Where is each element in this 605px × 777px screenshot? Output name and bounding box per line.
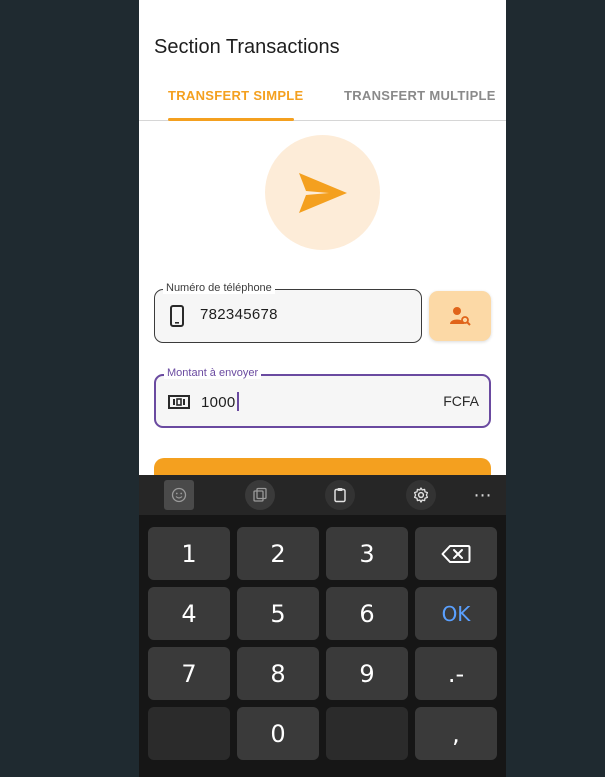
key-8-label: 8: [270, 659, 286, 688]
key-7[interactable]: 7: [148, 647, 230, 700]
key-9[interactable]: 9: [326, 647, 408, 700]
key-3[interactable]: 3: [326, 527, 408, 580]
key-2[interactable]: 2: [237, 527, 319, 580]
backspace-key[interactable]: [415, 527, 497, 580]
ok-key[interactable]: OK: [415, 587, 497, 640]
backspace-icon: [441, 544, 471, 563]
empty-key-right: [326, 707, 408, 760]
key-3-label: 3: [359, 539, 375, 568]
dot-dash-key[interactable]: .-: [415, 647, 497, 700]
active-tab-indicator: [168, 118, 294, 121]
contact-search-icon: [450, 307, 471, 326]
send-icon: [298, 172, 347, 213]
phone-field-value: 782345678: [200, 306, 278, 323]
amount-field-label: Montant à envoyer: [164, 367, 262, 379]
ok-key-label: OK: [441, 601, 471, 626]
page-title: Section Transactions: [154, 36, 340, 58]
amount-value-text: 1000: [201, 394, 236, 411]
key-5-label: 5: [270, 599, 286, 628]
key-5[interactable]: 5: [237, 587, 319, 640]
contact-search-button[interactable]: [429, 291, 491, 341]
app-screen: Section Transactions TRANSFERT SIMPLE TR…: [139, 0, 506, 777]
emoji-icon: [171, 487, 187, 503]
clipboard-button[interactable]: [245, 480, 275, 510]
keyboard-toolbar: ⋯: [139, 475, 506, 515]
key-4[interactable]: 4: [148, 587, 230, 640]
keyboard-board-icon: [334, 488, 346, 503]
key-6[interactable]: 6: [326, 587, 408, 640]
more-options-button[interactable]: ⋯: [468, 480, 498, 510]
amount-field[interactable]: Montant à envoyer 1000 FCFA: [154, 367, 491, 428]
more-icon: ⋯: [473, 484, 493, 505]
amount-field-value: 1000: [201, 392, 239, 411]
key-7-label: 7: [181, 659, 197, 688]
text-caret: [236, 392, 239, 411]
key-0[interactable]: 0: [237, 707, 319, 760]
key-1-label: 1: [181, 539, 197, 568]
comma-key-label: ,: [452, 719, 460, 748]
key-8[interactable]: 8: [237, 647, 319, 700]
key-9-label: 9: [359, 659, 375, 688]
empty-key-left: [148, 707, 230, 760]
key-2-label: 2: [270, 539, 286, 568]
phone-field-label: Numéro de téléphone: [163, 282, 275, 294]
tab-transfert-multiple[interactable]: TRANSFERT MULTIPLE: [344, 88, 496, 103]
send-illustration: [265, 135, 380, 250]
key-0-label: 0: [270, 719, 286, 748]
phone-number-field[interactable]: Numéro de téléphone 782345678: [154, 282, 422, 343]
currency-suffix: FCFA: [443, 393, 479, 409]
key-1[interactable]: 1: [148, 527, 230, 580]
tab-transfert-simple[interactable]: TRANSFERT SIMPLE: [168, 88, 304, 103]
numeric-keyboard: ⋯ 1 2 3 4 5 6 OK 7 8 9 .- 0 ,: [139, 475, 506, 777]
key-4-label: 4: [181, 599, 197, 628]
key-6-label: 6: [359, 599, 375, 628]
clipboard-board-button[interactable]: [325, 480, 355, 510]
settings-button[interactable]: [406, 480, 436, 510]
money-icon: [168, 391, 190, 418]
emoji-button[interactable]: [164, 480, 194, 510]
gear-icon: [413, 487, 429, 503]
clipboard-icon: [253, 487, 267, 502]
comma-key[interactable]: ,: [415, 707, 497, 760]
tab-bar: TRANSFERT SIMPLE TRANSFERT MULTIPLE: [139, 78, 506, 121]
dot-dash-key-label: .-: [447, 659, 465, 688]
smartphone-icon: [167, 305, 187, 332]
